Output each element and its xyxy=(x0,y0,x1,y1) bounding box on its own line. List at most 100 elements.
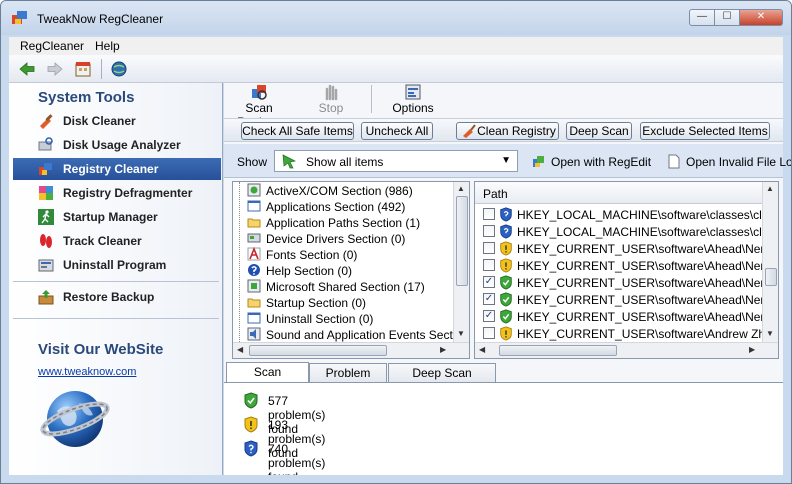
regedit-icon xyxy=(533,156,544,167)
stop-button[interactable]: Stop xyxy=(308,83,354,115)
path-row[interactable]: ✓ HKEY_CURRENT_USER\software\Ahead\Nero -… xyxy=(475,274,778,291)
path-row[interactable]: HKEY_CURRENT_USER\software\Ahead\Nero - … xyxy=(475,240,778,257)
deep-scan-button[interactable]: Deep Scan xyxy=(566,122,632,140)
blue-shield-question-icon xyxy=(500,224,512,239)
path-row-text: HKEY_LOCAL_MACHINE\software\classes\clsi… xyxy=(517,208,779,222)
back-arrow-icon[interactable] xyxy=(18,60,36,78)
exclude-selected-button[interactable]: Exclude Selected Items xyxy=(640,122,770,140)
path-list-vertical-scrollbar[interactable]: ▲ ▼ xyxy=(762,182,778,342)
path-list-horizontal-scrollbar[interactable]: ◀ ▶ xyxy=(475,342,778,358)
clean-registry-button[interactable]: Clean Registry xyxy=(456,122,559,140)
menu-help[interactable]: Help xyxy=(95,39,120,53)
path-row-checkbox[interactable] xyxy=(483,242,495,254)
path-row-text: HKEY_CURRENT_USER\software\Ahead\Nero - … xyxy=(517,310,779,324)
title-bar[interactable]: TweakNow RegCleaner — ☐ ✕ xyxy=(1,1,791,35)
path-row-text: HKEY_CURRENT_USER\software\Ahead\Nero - … xyxy=(517,276,779,290)
scan-summary-panel: 577 problem(s) found 193 problem(s) foun… xyxy=(224,382,783,483)
green-shield-check-icon xyxy=(500,309,512,324)
sidebar-item-label: Uninstall Program xyxy=(63,258,167,272)
path-column-header[interactable]: Path xyxy=(475,182,763,204)
sound-icon xyxy=(247,327,261,341)
stop-label: Stop xyxy=(318,101,344,115)
path-row-checkbox[interactable] xyxy=(483,259,495,271)
scroll-left-arrow-icon[interactable]: ◀ xyxy=(237,345,243,354)
scroll-up-arrow-icon[interactable]: ▲ xyxy=(457,184,465,193)
sidebar-item-startup-manager[interactable]: Startup Manager xyxy=(13,206,221,228)
scroll-thumb[interactable] xyxy=(456,196,468,286)
path-row[interactable]: ✓ HKEY_CURRENT_USER\software\Ahead\Nero -… xyxy=(475,291,778,308)
tree-item-label: Help Section (0) xyxy=(266,264,353,278)
disk-analyzer-icon xyxy=(38,137,53,151)
maximize-button[interactable]: ☐ xyxy=(714,9,740,26)
path-row-text: HKEY_CURRENT_USER\software\Ahead\Nero - … xyxy=(517,242,779,256)
path-row-checkbox[interactable] xyxy=(483,208,495,220)
scroll-right-arrow-icon[interactable]: ▶ xyxy=(749,345,755,354)
website-heading: Visit Our WebSite xyxy=(38,341,164,358)
tree-item-label: Application Paths Section (1) xyxy=(266,216,421,230)
sidebar-item-disk-cleaner[interactable]: Disk Cleaner xyxy=(13,110,221,132)
tab-deep-scan-summary[interactable]: Deep Scan Summary xyxy=(388,363,496,398)
sidebar-item-registry-defragmenter[interactable]: Registry Defragmenter xyxy=(13,182,221,204)
path-row[interactable]: HKEY_CURRENT_USER\software\Ahead\Nero - … xyxy=(475,257,778,274)
sidebar-item-track-cleaner[interactable]: Track Cleaner xyxy=(13,230,221,252)
tab-scan-summary[interactable]: Scan Summary xyxy=(226,362,309,397)
path-row-text: HKEY_LOCAL_MACHINE\software\classes\clsi… xyxy=(517,225,779,239)
menu-regcleaner[interactable]: RegCleaner xyxy=(20,39,84,53)
section-tree-horizontal-scrollbar[interactable]: ◀ ▶ xyxy=(233,342,469,358)
document-icon xyxy=(668,154,680,169)
scroll-left-arrow-icon[interactable]: ◀ xyxy=(479,345,485,354)
broom-icon xyxy=(463,124,476,138)
check-all-safe-button[interactable]: Check All Safe Items xyxy=(241,122,354,140)
path-row-checkbox[interactable]: ✓ xyxy=(483,293,495,305)
home-icon[interactable] xyxy=(74,60,92,78)
forward-arrow-icon[interactable] xyxy=(46,60,64,78)
open-with-regedit-label: Open with RegEdit xyxy=(551,155,652,169)
tab-problem-detail[interactable]: Problem Detail xyxy=(309,363,387,398)
sidebar-item-restore-backup[interactable]: Restore Backup xyxy=(13,286,221,308)
path-row-checkbox[interactable] xyxy=(483,327,495,339)
uncheck-all-button[interactable]: Uncheck All xyxy=(361,122,433,140)
section-tree-vertical-scrollbar[interactable]: ▲ ▼ xyxy=(453,182,469,342)
sidebar-item-label: Startup Manager xyxy=(63,210,158,224)
hand-stop-icon xyxy=(325,84,338,101)
path-row[interactable]: HKEY_LOCAL_MACHINE\software\classes\clsi… xyxy=(475,206,778,223)
sidebar-item-disk-usage-analyzer[interactable]: Disk Usage Analyzer xyxy=(13,134,221,156)
green-shield-check-icon xyxy=(500,275,512,290)
web-globe-icon[interactable] xyxy=(110,60,128,78)
system-tools-heading: System Tools xyxy=(38,89,135,106)
command-separator xyxy=(371,85,372,113)
sidebar-item-registry-cleaner[interactable]: Registry Cleaner xyxy=(13,158,221,180)
close-button[interactable]: ✕ xyxy=(739,9,783,26)
minimize-button[interactable]: — xyxy=(689,9,715,26)
scroll-down-arrow-icon[interactable]: ▼ xyxy=(457,329,465,338)
scroll-thumb[interactable] xyxy=(499,345,617,356)
website-link[interactable]: www.tweaknow.com xyxy=(38,366,136,378)
font-icon xyxy=(247,247,261,261)
path-row[interactable]: ✓ HKEY_CURRENT_USER\software\Ahead\Nero -… xyxy=(475,308,778,325)
activex-icon xyxy=(247,183,261,197)
blue-shield-question-icon xyxy=(244,440,258,457)
scroll-right-arrow-icon[interactable]: ▶ xyxy=(440,345,446,354)
menu-bar: RegCleaner Help xyxy=(9,37,783,55)
scroll-up-arrow-icon[interactable]: ▲ xyxy=(766,184,774,193)
sidebar-item-uninstall-program[interactable]: Uninstall Program xyxy=(13,254,221,276)
scan-registry-button[interactable]: Scan Registry xyxy=(224,83,294,129)
sidebar-divider xyxy=(13,318,219,319)
scroll-thumb[interactable] xyxy=(249,345,387,356)
path-list[interactable]: Path HKEY_LOCAL_MACHINE\software\classes… xyxy=(474,181,779,359)
path-row[interactable]: HKEY_CURRENT_USER\software\Andrew Zhezhe… xyxy=(475,325,778,342)
scroll-thumb[interactable] xyxy=(765,268,777,286)
path-row[interactable]: HKEY_LOCAL_MACHINE\software\classes\clsi… xyxy=(475,223,778,240)
toolbar xyxy=(9,55,783,83)
yellow-shield-warning-icon xyxy=(244,416,258,433)
path-row-checkbox[interactable]: ✓ xyxy=(483,310,495,322)
options-button[interactable]: Options xyxy=(388,83,438,115)
section-tree[interactable]: ActiveX/COM Section (986) Applications S… xyxy=(232,181,470,359)
sidebar-item-label: Restore Backup xyxy=(63,290,155,304)
scroll-down-arrow-icon[interactable]: ▼ xyxy=(766,329,774,338)
show-filter-dropdown[interactable]: Show all items ▼ xyxy=(274,150,518,172)
tree-item-label: Uninstall Section (0) xyxy=(266,312,374,326)
chevron-down-icon[interactable]: ▼ xyxy=(501,155,511,166)
path-row-checkbox[interactable] xyxy=(483,225,495,237)
path-row-checkbox[interactable]: ✓ xyxy=(483,276,495,288)
